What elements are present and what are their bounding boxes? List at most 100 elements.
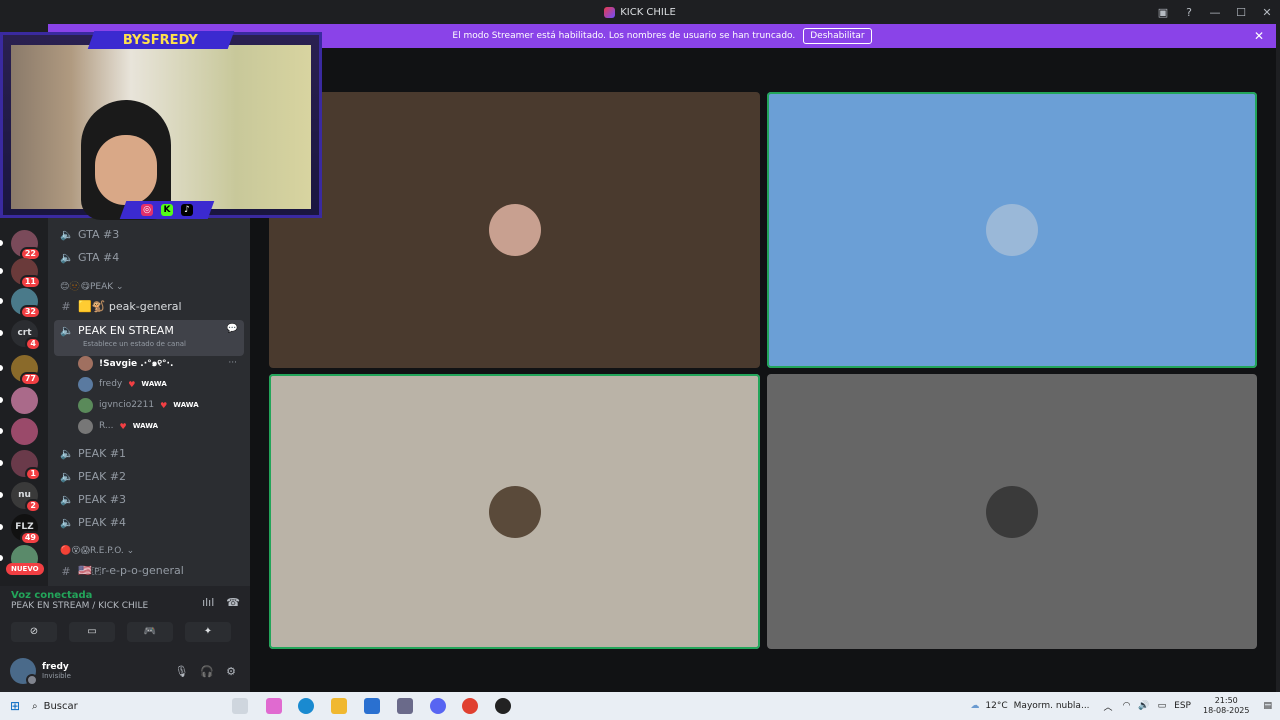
mention-badge: 1 xyxy=(25,467,41,481)
taskbar-search[interactable]: ⌕ Buscar xyxy=(32,696,222,716)
disconnect-icon[interactable]: ☎ xyxy=(226,596,240,609)
weather-desc[interactable]: Mayorm. nubla... xyxy=(1014,701,1090,711)
maximize-icon[interactable]: ☐ xyxy=(1228,6,1254,19)
windows-start-icon[interactable]: ⊞ xyxy=(10,699,20,713)
wifi-icon[interactable]: ◠ xyxy=(1123,701,1131,711)
discord-logo-icon xyxy=(604,6,616,18)
voice-channel-peak-en-stream[interactable]: 🔈 PEAK EN STREAM Establece un estado de … xyxy=(54,320,244,356)
channel-name: GTA #3 xyxy=(78,227,120,241)
scrollbar[interactable] xyxy=(1276,48,1280,692)
edge-icon[interactable] xyxy=(298,698,314,714)
tray-arrow-icon[interactable]: ︿ xyxy=(1104,700,1113,713)
microphone-icon[interactable]: 🎙 xyxy=(174,665,188,678)
voice-channel-gta3[interactable]: 🔈 GTA #3 xyxy=(54,224,244,244)
inbox-icon[interactable]: ▣ xyxy=(1150,6,1176,19)
headphones-icon[interactable]: 🎧 xyxy=(200,665,214,678)
store-icon[interactable] xyxy=(364,698,380,714)
avatar[interactable] xyxy=(10,658,38,686)
voice-user[interactable]: R... ♥ WAWA xyxy=(78,416,243,436)
video-grid xyxy=(250,48,1276,692)
participant-tile[interactable] xyxy=(269,92,760,368)
task-view-icon[interactable] xyxy=(232,698,248,714)
voice-user-name: igvncio2211 xyxy=(99,400,155,410)
mention-badge: 4 xyxy=(25,337,41,351)
volume-icon[interactable]: 🔊 xyxy=(1138,701,1149,711)
disable-streamer-button[interactable]: Deshabilitar xyxy=(803,28,872,44)
more-options-icon[interactable]: ··· xyxy=(228,358,237,368)
speaker-icon: 🔈 xyxy=(60,469,74,483)
soundboard-icon[interactable]: ılıl xyxy=(202,596,214,609)
kick-icon: K xyxy=(161,204,173,216)
windows-taskbar: ⊞ ⌕ Buscar ☁ 12°C Mayorm. nubla... ︿ ◠ 🔊 … xyxy=(0,692,1280,720)
webcam-overlay: BYSFREDY ◎ K ♪ xyxy=(0,31,322,220)
activity-icon[interactable]: 🎮 xyxy=(127,622,173,642)
mention-badge: 11 xyxy=(19,275,41,289)
voice-user[interactable]: igvncio2211 ♥ WAWA xyxy=(78,395,243,415)
instagram-icon: ◎ xyxy=(141,204,153,216)
server-icon[interactable]: 11 xyxy=(11,258,41,289)
server-icon[interactable]: 1 xyxy=(11,450,41,481)
camera-off-icon[interactable]: ⊘ xyxy=(11,622,57,642)
soundboard-button-icon[interactable]: ✦ xyxy=(185,622,231,642)
notifications-icon[interactable]: ▤ xyxy=(1263,701,1272,711)
participant-avatar xyxy=(488,204,541,256)
voice-channel-gta4[interactable]: 🔈 GTA #4 xyxy=(54,247,244,267)
heart-icon: ♥ xyxy=(119,421,127,431)
voice-channel-peak3[interactable]: 🔈 PEAK #3 xyxy=(54,489,244,509)
discord-taskbar-icon[interactable] xyxy=(430,698,446,714)
chrome-icon[interactable] xyxy=(462,698,478,714)
minimize-icon[interactable]: — xyxy=(1202,6,1228,19)
server-avatar xyxy=(11,418,38,445)
language-indicator[interactable]: ESP xyxy=(1174,701,1191,711)
unread-pill xyxy=(0,330,3,336)
socials-bar: ◎ K ♪ xyxy=(119,201,215,219)
server-icon[interactable]: 22 xyxy=(11,230,41,261)
voice-user-name: fredy xyxy=(99,379,123,389)
text-channel-peak-general[interactable]: # 🟨🐒 peak-general xyxy=(54,296,244,316)
app-icon[interactable] xyxy=(397,698,413,714)
text-channel-repo-general[interactable]: # 🇺🇸🇵r-e-p-o-general xyxy=(54,561,244,581)
banner-close-icon[interactable]: ✕ xyxy=(1254,29,1264,43)
server-icon[interactable] xyxy=(11,418,38,445)
voice-channel-peak4[interactable]: 🔈 PEAK #4 xyxy=(54,512,244,532)
voice-channel-peak1[interactable]: 🔈 PEAK #1 xyxy=(54,443,244,463)
battery-icon[interactable]: ▭ xyxy=(1158,701,1167,711)
help-icon[interactable]: ? xyxy=(1176,6,1202,19)
weather-temp[interactable]: 12°C xyxy=(985,701,1007,711)
user-tag: WAWA xyxy=(132,422,159,430)
settings-gear-icon[interactable]: ⚙ xyxy=(226,665,236,678)
server-icon[interactable]: nu 2 xyxy=(11,482,41,513)
mention-badge: 2 xyxy=(25,499,41,513)
voice-channel-peak2[interactable]: 🔈 PEAK #2 xyxy=(54,466,244,486)
obs-icon[interactable] xyxy=(495,698,511,714)
mention-badge: 32 xyxy=(19,305,41,319)
user-status: Invisible xyxy=(42,672,71,680)
category-label: 🔴😵😱R.E.P.O. xyxy=(60,546,124,556)
search-icon: ⌕ xyxy=(32,700,38,712)
file-explorer-icon[interactable] xyxy=(331,698,347,714)
category-peak[interactable]: 😊🫥😋PEAK ⌄ xyxy=(60,282,124,292)
participant-tile[interactable] xyxy=(767,374,1257,649)
server-icon[interactable]: crt 4 xyxy=(11,320,41,351)
participant-tile[interactable] xyxy=(767,92,1257,368)
category-repo[interactable]: 🔴😵😱R.E.P.O. ⌄ xyxy=(60,546,134,556)
title-bar: KICK CHILE ▣ ? — ☐ ✕ xyxy=(0,0,1280,24)
chat-icon[interactable]: 💬 xyxy=(227,324,238,334)
screen-share-icon[interactable]: ▭ xyxy=(69,622,115,642)
server-icon[interactable]: 32 xyxy=(11,288,41,319)
participant-tile[interactable] xyxy=(269,374,760,649)
clock[interactable]: 21:50 18-08-2025 xyxy=(1203,696,1250,716)
close-icon[interactable]: ✕ xyxy=(1254,6,1280,19)
voice-user[interactable]: !Savgie .·°๑୧°·. ··· xyxy=(78,353,243,373)
copilot-icon[interactable] xyxy=(266,698,282,714)
voice-user[interactable]: fredy ♥ WAWA xyxy=(78,374,243,394)
hash-icon: # xyxy=(61,299,71,313)
unread-pill xyxy=(0,492,3,498)
server-icon[interactable] xyxy=(11,387,38,414)
unread-pill xyxy=(0,555,3,561)
user-avatar xyxy=(78,355,93,371)
server-icon[interactable]: 77 xyxy=(11,355,41,386)
server-icon[interactable]: FLZ 49 xyxy=(11,514,41,545)
unread-pill xyxy=(0,268,3,274)
streamer-name: BYSFREDY xyxy=(123,32,199,48)
